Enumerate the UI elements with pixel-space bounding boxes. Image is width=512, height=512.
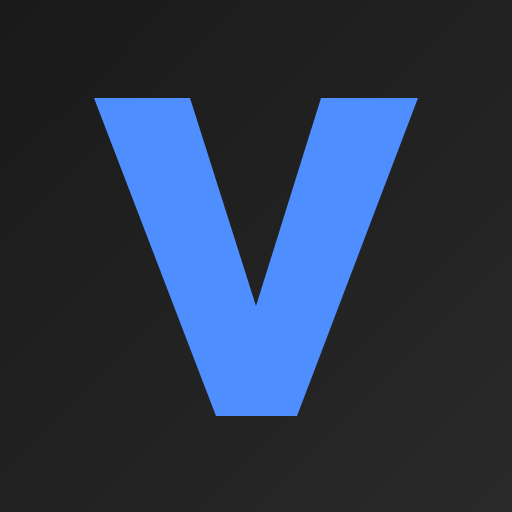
app-icon <box>0 0 512 512</box>
v-letter-shape <box>94 98 418 416</box>
v-logo-icon <box>94 98 418 416</box>
